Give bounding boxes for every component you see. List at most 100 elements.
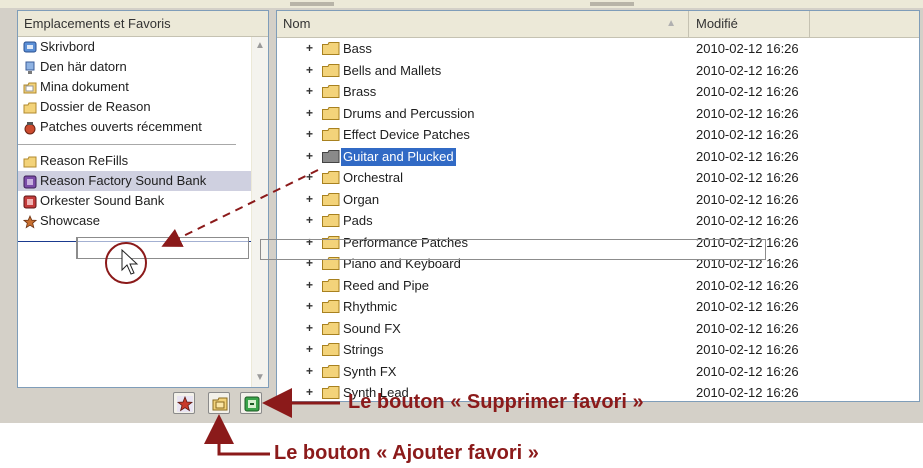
expand-icon[interactable]: + — [306, 382, 314, 401]
star-icon — [22, 214, 38, 229]
folder-icon — [322, 192, 340, 206]
expand-icon[interactable]: + — [306, 361, 314, 383]
row-modified: 2010-02-12 16:26 — [696, 148, 799, 164]
folder-icon — [322, 386, 340, 399]
column-header-name[interactable]: Nom ▲ — [277, 11, 689, 37]
table-row[interactable]: + Organ 2010-02-12 16:26 — [277, 189, 919, 211]
left-vertical-scrollbar[interactable]: ▲ ▼ — [251, 37, 268, 387]
table-row[interactable]: + Bass 2010-02-12 16:26 — [277, 38, 919, 60]
row-modified: 2010-02-12 16:26 — [696, 213, 799, 228]
table-row[interactable]: + Drums and Percussion 2010-02-12 16:26 — [277, 103, 919, 125]
list-separator — [18, 144, 236, 145]
location-item-desktop[interactable]: Skrivbord — [18, 37, 252, 57]
column-header-bar: Nom ▲ Modifié — [277, 11, 919, 38]
expand-icon[interactable]: + — [306, 296, 314, 318]
row-modified: 2010-02-12 16:26 — [696, 170, 799, 185]
table-row[interactable]: + Bells and Mallets 2010-02-12 16:26 — [277, 60, 919, 82]
table-row[interactable]: + Rhythmic 2010-02-12 16:26 — [277, 296, 919, 318]
remove-favorite-icon — [244, 396, 260, 412]
expand-icon[interactable]: + — [306, 38, 314, 60]
location-item-computer[interactable]: Den här datorn — [18, 57, 252, 77]
row-name: Guitar and Plucked — [340, 146, 457, 167]
table-row[interactable]: + Strings 2010-02-12 16:26 — [277, 339, 919, 361]
row-modified: 2010-02-12 16:26 — [696, 299, 799, 314]
folder-icon — [322, 214, 340, 227]
folder-icon — [322, 300, 340, 313]
favorite-item-showcase[interactable]: Showcase — [18, 211, 252, 231]
row-modified: 2010-02-12 16:26 — [696, 105, 799, 121]
folder-icon — [322, 321, 340, 335]
row-name: Rhythmic — [343, 299, 398, 314]
table-row[interactable]: + Pads 2010-02-12 16:26 — [277, 210, 919, 232]
row-modified: 2010-02-12 16:26 — [696, 127, 799, 142]
expand-icon[interactable]: + — [306, 103, 314, 125]
table-row[interactable]: + Effect Device Patches 2010-02-12 16:26 — [277, 124, 919, 146]
row-modified: 2010-02-12 16:26 — [696, 191, 799, 207]
row-name: Pads — [343, 213, 373, 228]
star-icon — [176, 395, 194, 412]
row-modified: 2010-02-12 16:26 — [696, 385, 799, 400]
folder-icon — [23, 101, 37, 115]
row-modified: 2010-02-12 16:26 — [696, 41, 799, 56]
row-modified: 2010-02-12 16:26 — [696, 342, 799, 357]
location-item-recent-patches[interactable]: Patches ouverts récemment — [18, 117, 252, 137]
row-name: Effect Device Patches — [343, 127, 470, 142]
add-favorite-button[interactable] — [208, 392, 230, 414]
column-header-modified[interactable]: Modifié — [690, 11, 810, 37]
recent-patches-icon — [23, 121, 37, 135]
folder-icon — [322, 128, 340, 141]
expand-icon[interactable]: + — [306, 318, 314, 340]
favorite-item-reason-refills[interactable]: Reason ReFills — [18, 151, 252, 171]
folder-icon — [322, 364, 340, 378]
favorite-item-orkester-sound-bank[interactable]: Orkester Sound Bank — [18, 191, 252, 211]
sort-ascending-icon: ▲ — [666, 18, 676, 29]
expand-icon[interactable]: + — [306, 167, 314, 189]
favorites-star-button[interactable] — [173, 392, 195, 414]
expand-icon[interactable]: + — [306, 81, 314, 103]
row-name: Synth FX — [343, 363, 397, 379]
drag-ghost-row — [260, 239, 766, 260]
computer-icon — [23, 61, 37, 75]
expand-icon[interactable]: + — [306, 275, 314, 297]
folder-icon — [322, 343, 340, 356]
table-row[interactable]: + Reed and Pipe 2010-02-12 16:26 — [277, 275, 919, 297]
table-row[interactable]: + Guitar and Plucked 2010-02-12 16:26 — [277, 146, 919, 168]
row-modified: 2010-02-12 16:26 — [696, 84, 799, 99]
expand-icon[interactable]: + — [306, 146, 314, 168]
folder-icon — [322, 106, 340, 120]
row-name: Reed and Pipe — [343, 277, 430, 293]
table-row[interactable]: + Synth FX 2010-02-12 16:26 — [277, 361, 919, 383]
expand-icon[interactable]: + — [306, 60, 314, 82]
folder-icon — [23, 155, 37, 169]
locations-header: Emplacements et Favoris — [18, 11, 268, 37]
folder-icon — [322, 42, 340, 55]
scroll-down-icon[interactable]: ▼ — [253, 371, 267, 385]
folder-icon — [322, 278, 340, 292]
row-modified: 2010-02-12 16:26 — [696, 277, 799, 293]
location-item-documents[interactable]: Mina dokument — [18, 77, 252, 97]
table-row[interactable]: + Orchestral 2010-02-12 16:26 — [277, 167, 919, 189]
remove-favorite-label: Le bouton « Supprimer favori » — [348, 391, 644, 413]
top-strip — [0, 0, 923, 8]
file-rows: + Bass 2010-02-12 16:26 + Bells and Mallets 2… — [277, 38, 919, 401]
expand-icon[interactable]: + — [306, 124, 314, 146]
expand-icon[interactable]: + — [306, 189, 314, 211]
add-folder-icon — [212, 396, 228, 411]
row-name: Strings — [343, 342, 384, 357]
scroll-up-icon[interactable]: ▲ — [253, 39, 267, 53]
remove-favorite-button[interactable] — [240, 392, 262, 414]
favorite-item-factory-sound-bank[interactable]: Reason Factory Sound Bank — [18, 171, 252, 191]
refill-red-icon — [23, 195, 37, 209]
location-item-reason-folder[interactable]: Dossier de Reason — [18, 97, 252, 117]
table-row[interactable]: + Brass 2010-02-12 16:26 — [277, 81, 919, 103]
folder-icon — [322, 171, 340, 184]
row-name: Bass — [343, 41, 372, 56]
desktop-icon — [23, 41, 37, 55]
row-name: Brass — [343, 84, 377, 99]
expand-icon[interactable]: + — [306, 339, 314, 361]
file-list-panel: Nom ▲ Modifié + Bass 2010-02-12 16:26 + Bell… — [276, 10, 920, 402]
add-favorite-pointer — [204, 414, 270, 456]
row-modified: 2010-02-12 16:26 — [696, 62, 799, 78]
table-row[interactable]: + Sound FX 2010-02-12 16:26 — [277, 318, 919, 340]
expand-icon[interactable]: + — [306, 210, 314, 232]
